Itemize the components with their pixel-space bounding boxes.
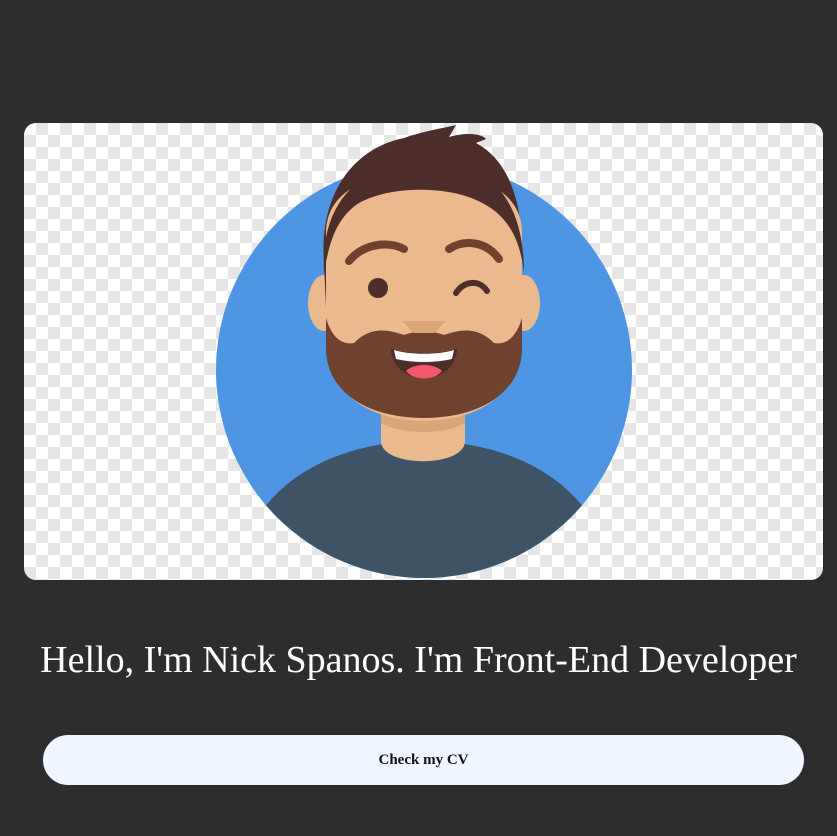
page: Hello, I'm Nick Spanos. I'm Front-End De… (0, 0, 837, 836)
page-title: Hello, I'm Nick Spanos. I'm Front-End De… (40, 639, 797, 681)
check-cv-button[interactable]: Check my CV (43, 735, 804, 785)
avatar-image (24, 123, 823, 580)
developer-avatar-icon (216, 125, 632, 578)
left-eye (368, 278, 388, 298)
